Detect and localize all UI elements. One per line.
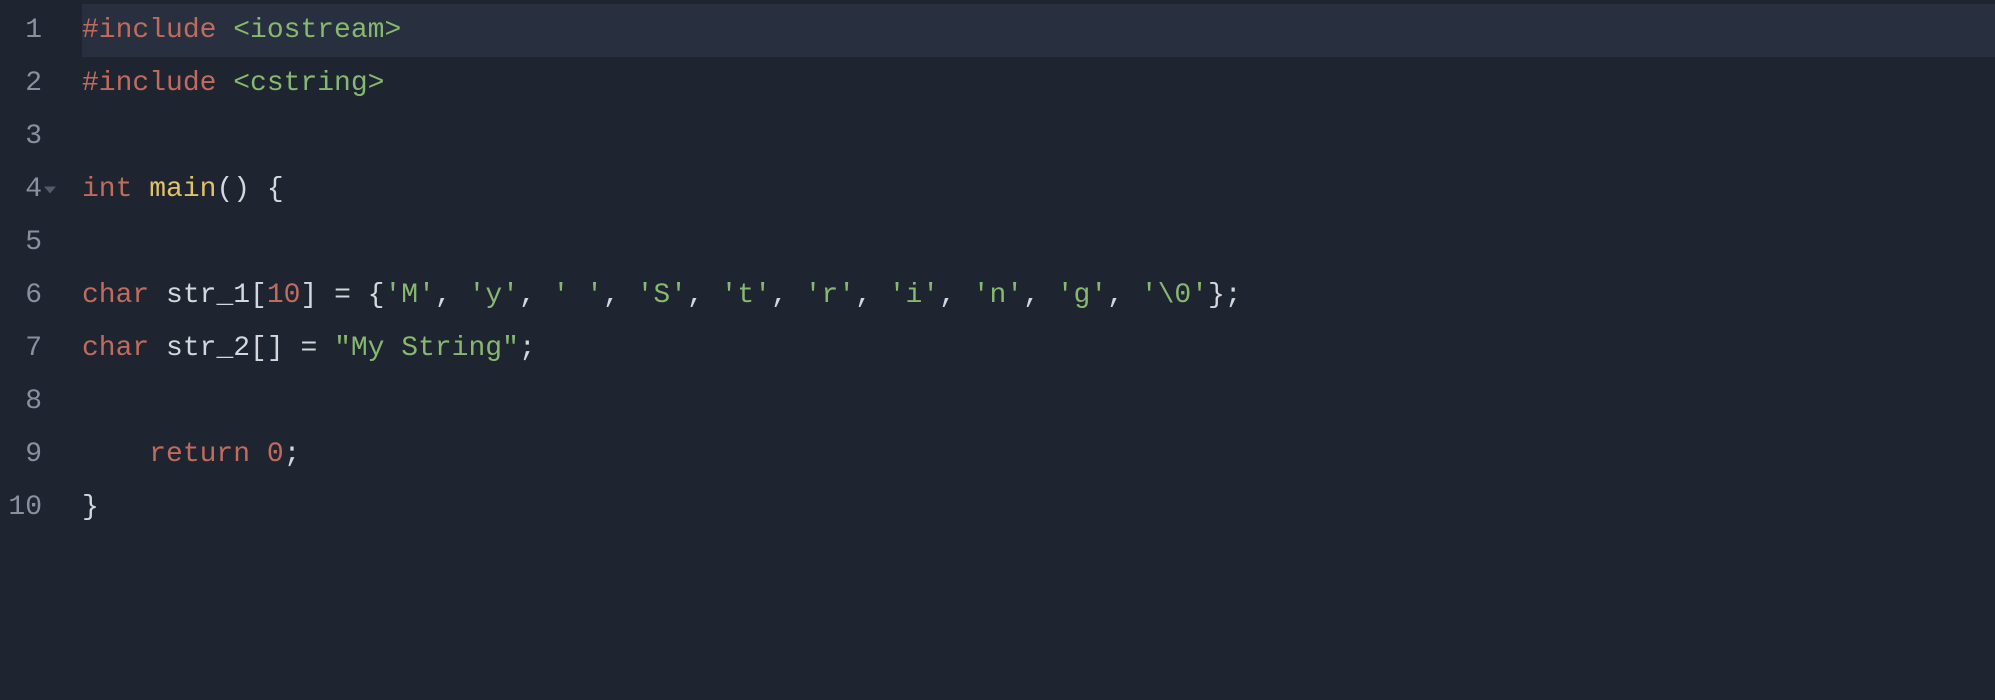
code-token: ,	[603, 269, 637, 322]
code-token: '\0'	[1141, 269, 1208, 322]
code-token	[149, 322, 166, 375]
code-token	[132, 163, 149, 216]
line-number[interactable]: 5	[0, 216, 42, 269]
line-number-label: 1	[25, 4, 42, 57]
code-line[interactable]: return 0;	[82, 428, 1995, 481]
code-token: ()	[216, 163, 266, 216]
code-token: 'i'	[889, 269, 939, 322]
code-token: ] = {	[300, 269, 384, 322]
code-token: 'g'	[1057, 269, 1107, 322]
code-token: ;	[519, 322, 536, 375]
code-token: 10	[267, 269, 301, 322]
code-token: 0	[267, 428, 284, 481]
code-editor[interactable]: 12345678910 #include <iostream>#include …	[0, 0, 1995, 700]
code-token: <iostream>	[233, 4, 401, 57]
line-number-label: 3	[25, 110, 42, 163]
code-token: [] =	[250, 322, 334, 375]
line-number-label: 9	[25, 428, 42, 481]
code-token: }	[82, 481, 99, 534]
line-number-label: 4	[25, 163, 42, 216]
code-token: ,	[687, 269, 721, 322]
code-token: <cstring>	[233, 57, 384, 110]
code-token: [	[250, 269, 267, 322]
line-number-label: 8	[25, 375, 42, 428]
line-number[interactable]: 4	[0, 163, 42, 216]
code-area[interactable]: #include <iostream>#include <cstring> int…	[60, 0, 1995, 700]
code-line[interactable]: #include <iostream>	[82, 4, 1995, 57]
code-token: ,	[519, 269, 553, 322]
code-token: "My String"	[334, 322, 519, 375]
code-token: 'r'	[805, 269, 855, 322]
code-token: };	[1208, 269, 1242, 322]
code-token: return	[149, 428, 250, 481]
line-number[interactable]: 1	[0, 4, 42, 57]
line-number-label: 7	[25, 322, 42, 375]
code-token: char	[82, 322, 149, 375]
code-token: 't'	[721, 269, 771, 322]
code-token	[82, 428, 149, 481]
code-token: 'y'	[469, 269, 519, 322]
code-token: char	[82, 269, 149, 322]
code-token: ,	[1023, 269, 1057, 322]
code-token: 'n'	[973, 269, 1023, 322]
code-token: str_2	[166, 322, 250, 375]
code-token: ' '	[553, 269, 603, 322]
line-number[interactable]: 3	[0, 110, 42, 163]
line-number[interactable]: 2	[0, 57, 42, 110]
code-token: main	[149, 163, 216, 216]
code-token	[149, 269, 166, 322]
line-number-label: 6	[25, 269, 42, 322]
code-line[interactable]: char str_2[] = "My String";	[82, 322, 1995, 375]
code-token: int	[82, 163, 132, 216]
code-token: #include	[82, 57, 233, 110]
code-token: ,	[939, 269, 973, 322]
code-token: ,	[855, 269, 889, 322]
line-number-gutter: 12345678910	[0, 0, 60, 700]
line-number-label: 2	[25, 57, 42, 110]
code-token: ;	[284, 428, 301, 481]
code-line[interactable]: char str_1[10] = {'M', 'y', ' ', 'S', 't…	[82, 269, 1995, 322]
code-token: 'M'	[384, 269, 434, 322]
line-number[interactable]: 10	[0, 481, 42, 534]
code-line[interactable]	[82, 216, 1995, 269]
code-token: str_1	[166, 269, 250, 322]
line-number[interactable]: 6	[0, 269, 42, 322]
code-token: ,	[771, 269, 805, 322]
line-number[interactable]: 9	[0, 428, 42, 481]
code-token: #include	[82, 4, 233, 57]
line-number[interactable]: 7	[0, 322, 42, 375]
code-token	[250, 428, 267, 481]
line-number-label: 5	[25, 216, 42, 269]
line-number-label: 10	[8, 481, 42, 534]
code-line[interactable]	[82, 110, 1995, 163]
fold-chevron-icon[interactable]	[44, 186, 56, 193]
code-line[interactable]: int main() {	[82, 163, 1995, 216]
code-line[interactable]: }	[82, 481, 1995, 534]
code-token: {	[267, 163, 284, 216]
line-number[interactable]: 8	[0, 375, 42, 428]
code-token: ,	[1107, 269, 1141, 322]
code-line[interactable]	[82, 375, 1995, 428]
code-line[interactable]: #include <cstring>	[82, 57, 1995, 110]
code-token: 'S'	[637, 269, 687, 322]
code-token: ,	[435, 269, 469, 322]
